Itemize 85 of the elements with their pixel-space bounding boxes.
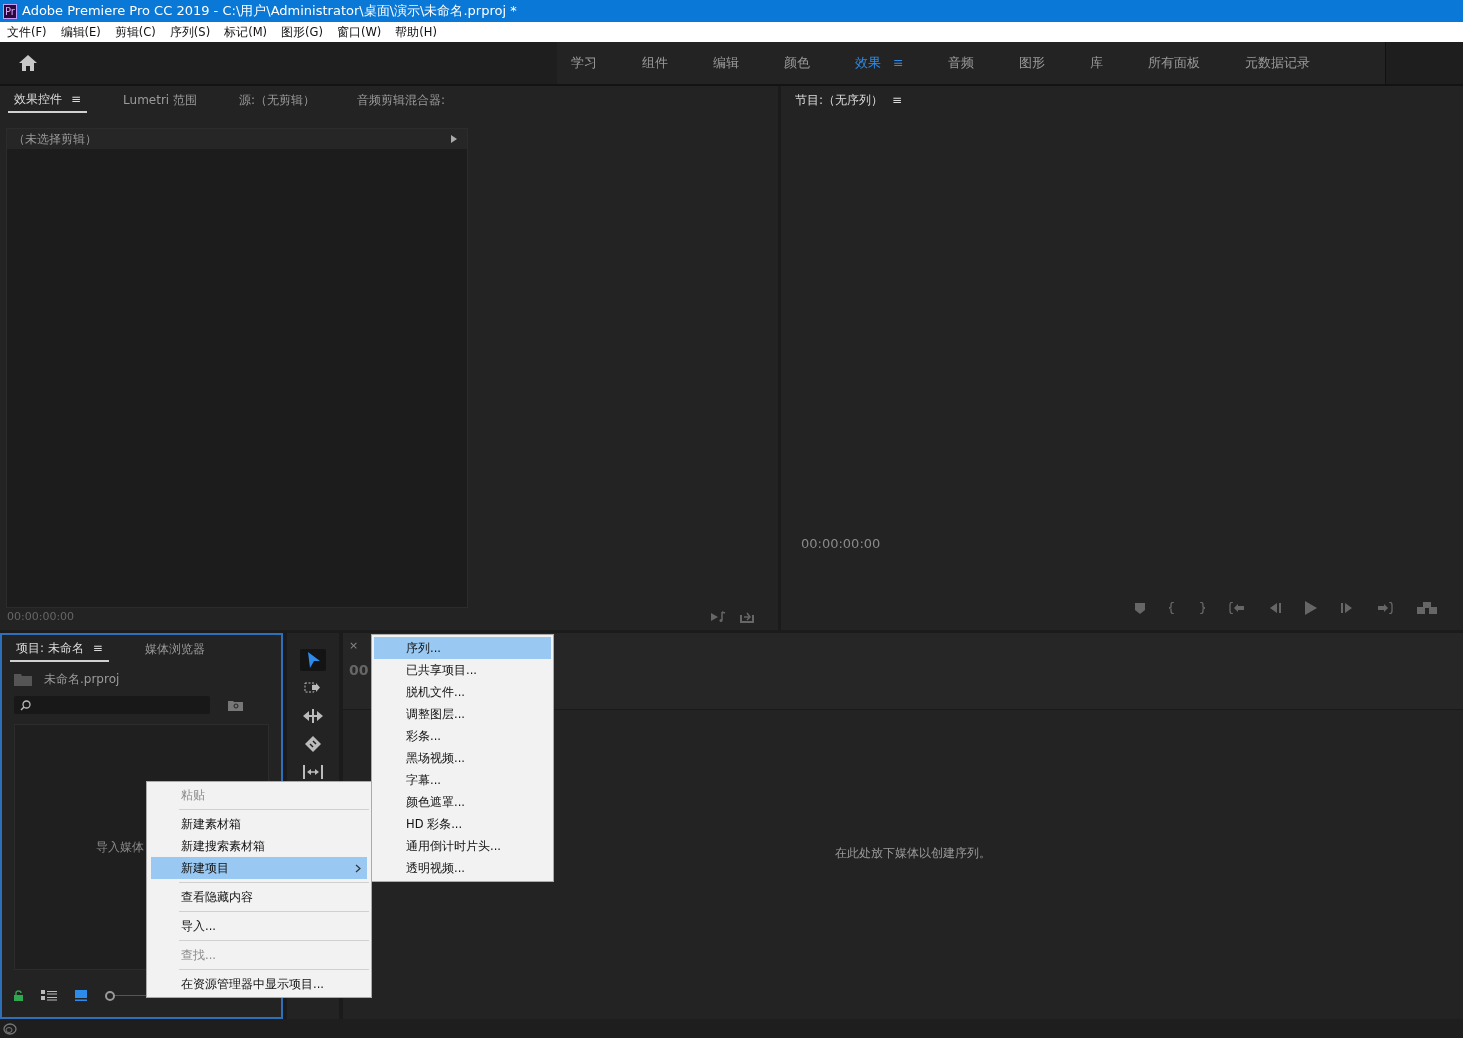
play-audio-icon[interactable] xyxy=(711,610,727,623)
menu-item[interactable]: 新建项目 xyxy=(151,857,367,879)
workspace-tab[interactable]: 颜色 xyxy=(784,54,810,72)
clip-header-label: （未选择剪辑） xyxy=(13,130,97,148)
menu-item[interactable]: 序列(S) xyxy=(169,24,211,40)
play-icon[interactable] xyxy=(1305,601,1317,615)
marker-icon[interactable] xyxy=(1135,602,1145,614)
menu-item[interactable]: 彩条... xyxy=(372,725,553,747)
step-back-icon[interactable] xyxy=(1269,602,1281,614)
razor-icon xyxy=(305,736,321,752)
menu-item[interactable]: 颜色遮罩... xyxy=(372,791,553,813)
track-select-icon xyxy=(304,681,322,695)
drop-hint: 在此处放下媒体以创建序列。 xyxy=(835,845,991,862)
workspace-tab[interactable]: 效果 ≡ xyxy=(855,54,904,72)
menu-item[interactable]: 新建搜索素材箱 xyxy=(147,835,371,857)
menu-item[interactable]: 通用倒计时片头... xyxy=(372,835,553,857)
home-icon[interactable] xyxy=(19,55,37,71)
project-file-name: 未命名.prproj xyxy=(44,671,120,688)
menu-item[interactable]: 窗口(W) xyxy=(336,24,382,40)
zoom-slider-thumb[interactable] xyxy=(105,990,115,1001)
caret-icon xyxy=(355,863,361,873)
find-icon[interactable] xyxy=(228,699,243,711)
menu-item[interactable]: 序列... xyxy=(374,637,551,659)
menu-item[interactable]: 黑场视频... xyxy=(372,747,553,769)
search-icon xyxy=(20,699,31,711)
mark-in-icon[interactable] xyxy=(1169,602,1175,614)
timecode: 00:00:00:00 xyxy=(801,536,881,551)
panel-tab[interactable]: Lumetri 范围 xyxy=(117,88,203,112)
workspace-tab[interactable]: 库 xyxy=(1090,54,1104,72)
menu-icon[interactable]: ≡ xyxy=(92,641,103,655)
workspace-tab[interactable]: 学习 xyxy=(571,54,597,72)
menu-item[interactable]: 已共享项目... xyxy=(372,659,553,681)
workspace-tab[interactable]: 音频 xyxy=(948,54,975,72)
menu-item[interactable]: 查看隐藏内容 xyxy=(147,886,371,908)
menu-item[interactable]: 字幕... xyxy=(372,769,553,791)
panel-tab[interactable]: 媒体浏览器 xyxy=(138,637,211,661)
selection-tool[interactable] xyxy=(300,649,326,671)
list-view-icon[interactable] xyxy=(41,990,57,1001)
menu-icon[interactable]: ≡ xyxy=(71,92,82,106)
mark-out-icon[interactable] xyxy=(1199,602,1205,614)
panel-tab[interactable]: 项目: 未命名 ≡ xyxy=(10,636,109,662)
sync-icon xyxy=(3,1022,17,1035)
lift-icon[interactable] xyxy=(1417,602,1437,614)
expand-icon[interactable] xyxy=(451,135,457,143)
workspace-tab[interactable]: 编辑 xyxy=(713,54,739,72)
menu-item[interactable]: 帮助(H) xyxy=(395,24,437,40)
menu-item[interactable]: 脱机文件... xyxy=(372,681,553,703)
folder-icon xyxy=(14,673,32,686)
menu-item[interactable]: 标记(M) xyxy=(224,24,268,40)
menu-item[interactable]: 在资源管理器中显示项目... xyxy=(147,973,371,995)
go-to-out-icon[interactable] xyxy=(1377,602,1393,614)
panel-tab[interactable]: 节目:（无序列） ≡ xyxy=(789,88,909,112)
lock-icon[interactable] xyxy=(14,990,23,1001)
menu-item[interactable]: 调整图层... xyxy=(372,703,553,725)
menu-item[interactable]: 导入... xyxy=(147,915,371,937)
icon-view-icon[interactable] xyxy=(75,990,87,1001)
go-to-in-icon[interactable] xyxy=(1229,602,1245,614)
window-title: Adobe Premiere Pro CC 2019 - C:\用户\Administrator\桌面\演示\未命名.prproj * xyxy=(21,2,517,20)
app-logo-icon: Pr xyxy=(3,3,17,19)
menu-item[interactable]: HD 彩条... xyxy=(372,813,553,835)
menu-icon[interactable]: ≡ xyxy=(893,54,904,70)
timecode: 00 xyxy=(349,662,369,678)
timecode: 00:00:00:00 xyxy=(7,610,75,623)
menu-item[interactable]: 文件(F) xyxy=(7,24,47,40)
slip-icon xyxy=(303,765,323,779)
panel-tab[interactable]: 音频剪辑混合器: xyxy=(351,88,452,112)
menu-item[interactable]: 剪辑(C) xyxy=(114,24,156,40)
search-field[interactable] xyxy=(14,696,210,714)
ripple-edit-icon xyxy=(303,709,323,723)
import-media-hint: 导入媒体 xyxy=(96,839,144,856)
close-button[interactable]: × xyxy=(349,639,359,652)
menu-item[interactable]: 透明视频... xyxy=(372,857,553,879)
workspace-tab[interactable]: 元数据记录 xyxy=(1245,54,1311,72)
workspace-tab[interactable]: 所有面板 xyxy=(1148,54,1201,72)
menu-item[interactable]: 编辑(E) xyxy=(60,24,101,40)
menu-item[interactable]: 图形(G) xyxy=(281,24,323,40)
panel-tab[interactable]: 源:（无剪辑） xyxy=(233,88,322,112)
menu-icon[interactable]: ≡ xyxy=(892,93,903,107)
step-forward-icon[interactable] xyxy=(1341,602,1353,614)
workspace-tab[interactable]: 组件 xyxy=(642,54,668,72)
export-icon[interactable] xyxy=(740,610,754,623)
arrow-icon xyxy=(306,652,320,668)
workspace-tab[interactable]: 图形 xyxy=(1019,54,1046,72)
panel-tab[interactable]: 效果控件 ≡ xyxy=(8,87,88,113)
menu-item[interactable]: 新建素材箱 xyxy=(147,813,371,835)
